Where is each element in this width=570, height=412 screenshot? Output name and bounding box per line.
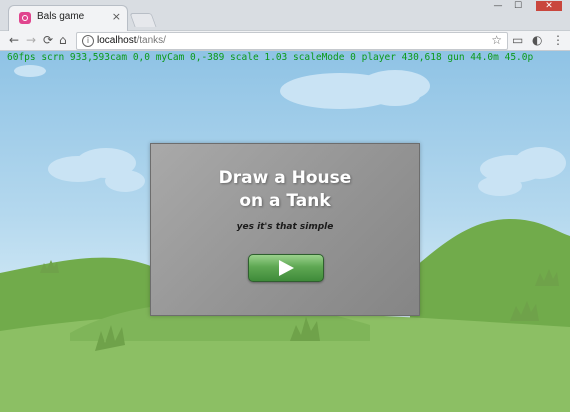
cast-icon[interactable]: ▭ xyxy=(512,33,523,47)
url-text[interactable]: localhost/tanks/ xyxy=(97,35,166,46)
url-host: localhost xyxy=(97,35,137,46)
maximize-button[interactable]: ☐ xyxy=(510,1,526,11)
browser-toolbar: ← → ⟳ ⌂ i localhost/tanks/ ☆ ▭ ◐ ⋮ xyxy=(0,31,570,51)
browser-tab-bar: Bals game × — ☐ ✕ xyxy=(0,0,570,31)
site-info-icon[interactable]: i xyxy=(82,35,94,47)
url-path: /tanks/ xyxy=(136,35,166,46)
game-canvas[interactable]: 60fps scrn 933,593cam 0,0 myCam 0,-389 s… xyxy=(0,51,570,412)
game-title-line1: Draw a House xyxy=(218,168,352,188)
browser-tab[interactable]: Bals game × xyxy=(8,5,128,31)
new-tab-button[interactable] xyxy=(129,13,157,27)
game-title-line2: on a Tank xyxy=(239,191,331,211)
debug-readout: 60fps scrn 933,593cam 0,0 myCam 0,-389 s… xyxy=(7,52,534,63)
play-icon xyxy=(279,260,294,276)
menu-icon[interactable]: ⋮ xyxy=(552,33,564,47)
back-icon[interactable]: ← xyxy=(9,33,19,47)
extension-icon[interactable]: ◐ xyxy=(532,33,542,47)
home-icon[interactable]: ⌂ xyxy=(59,33,67,47)
tab-close-icon[interactable]: × xyxy=(112,10,121,23)
forward-icon[interactable]: → xyxy=(26,33,36,47)
bookmark-star-icon[interactable]: ☆ xyxy=(491,33,502,47)
minimize-button[interactable]: — xyxy=(490,1,506,11)
address-bar[interactable]: i localhost/tanks/ ☆ xyxy=(76,32,508,50)
game-favicon-icon xyxy=(19,12,31,24)
play-button[interactable] xyxy=(248,254,324,282)
game-subtitle: yes it's that simple xyxy=(236,222,334,232)
window-close-button[interactable]: ✕ xyxy=(536,1,562,11)
tab-title: Bals game xyxy=(37,11,85,22)
start-menu-panel: Draw a House on a Tank yes it's that sim… xyxy=(150,143,420,316)
reload-icon[interactable]: ⟳ xyxy=(43,33,53,47)
